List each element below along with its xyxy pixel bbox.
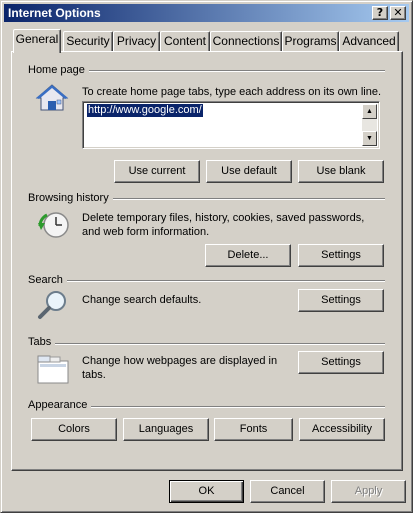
help-button[interactable]: ? <box>372 6 388 20</box>
search-description: Change search defaults. <box>82 294 202 306</box>
home-icon <box>35 83 69 116</box>
url-scrollbar[interactable]: ▲ ▼ <box>362 104 377 146</box>
use-default-button[interactable]: Use default <box>206 160 292 183</box>
tabs-divider <box>29 343 385 345</box>
home-page-label: Home page <box>28 64 89 77</box>
tab-privacy[interactable]: Privacy <box>113 31 160 51</box>
search-settings-button[interactable]: Settings <box>298 289 384 312</box>
home-page-description: To create home page tabs, type each addr… <box>82 86 382 98</box>
home-page-url-textarea[interactable]: http://www.google.com/ ▲ ▼ <box>82 101 380 149</box>
use-blank-button[interactable]: Use blank <box>298 160 384 183</box>
history-clock-icon <box>37 209 71 244</box>
apply-button[interactable]: Apply <box>331 480 406 503</box>
search-magnifier-icon <box>37 289 69 324</box>
tab-connections[interactable]: Connections <box>210 31 282 51</box>
browsing-history-label: Browsing history <box>28 192 113 205</box>
tabs-settings-button[interactable]: Settings <box>298 351 384 374</box>
apply-button-label: Apply <box>354 485 383 497</box>
title-bar[interactable]: Internet Options ? ✕ <box>4 4 409 22</box>
colors-button[interactable]: Colors <box>31 418 117 441</box>
accessibility-button[interactable]: Accessibility <box>299 418 385 441</box>
ok-button[interactable]: OK <box>169 480 244 503</box>
browsing-history-description-line1: Delete temporary files, history, cookies… <box>82 212 365 224</box>
tab-general[interactable]: General <box>13 29 61 53</box>
tab-content[interactable]: Content <box>160 31 210 51</box>
scroll-down-arrow-icon[interactable]: ▼ <box>362 131 377 146</box>
browsing-history-description-line2: and web form information. <box>82 226 210 238</box>
internet-options-dialog: Internet Options ? ✕ General Security Pr… <box>0 0 413 513</box>
close-button[interactable]: ✕ <box>390 6 406 20</box>
appearance-label: Appearance <box>28 399 92 412</box>
tabs-window-icon <box>36 353 70 388</box>
home-page-url[interactable]: http://www.google.com/ <box>87 104 203 117</box>
languages-button[interactable]: Languages <box>123 418 209 441</box>
tabs-description-line1: Change how webpages are displayed in <box>82 355 278 367</box>
cancel-button[interactable]: Cancel <box>250 480 325 503</box>
tabs-description-line2: tabs. <box>82 369 106 381</box>
use-current-button[interactable]: Use current <box>114 160 200 183</box>
browsing-history-settings-button[interactable]: Settings <box>298 244 384 267</box>
tab-security[interactable]: Security <box>63 31 113 51</box>
tabs-section-label: Tabs <box>28 336 56 349</box>
search-label: Search <box>28 274 67 287</box>
window-title: Internet Options <box>8 6 101 20</box>
search-divider <box>29 280 385 282</box>
tab-advanced[interactable]: Advanced <box>339 31 399 51</box>
fonts-button[interactable]: Fonts <box>214 418 293 441</box>
tab-programs[interactable]: Programs <box>282 31 339 51</box>
delete-history-button[interactable]: Delete... <box>205 244 291 267</box>
scroll-up-arrow-icon[interactable]: ▲ <box>362 104 377 119</box>
